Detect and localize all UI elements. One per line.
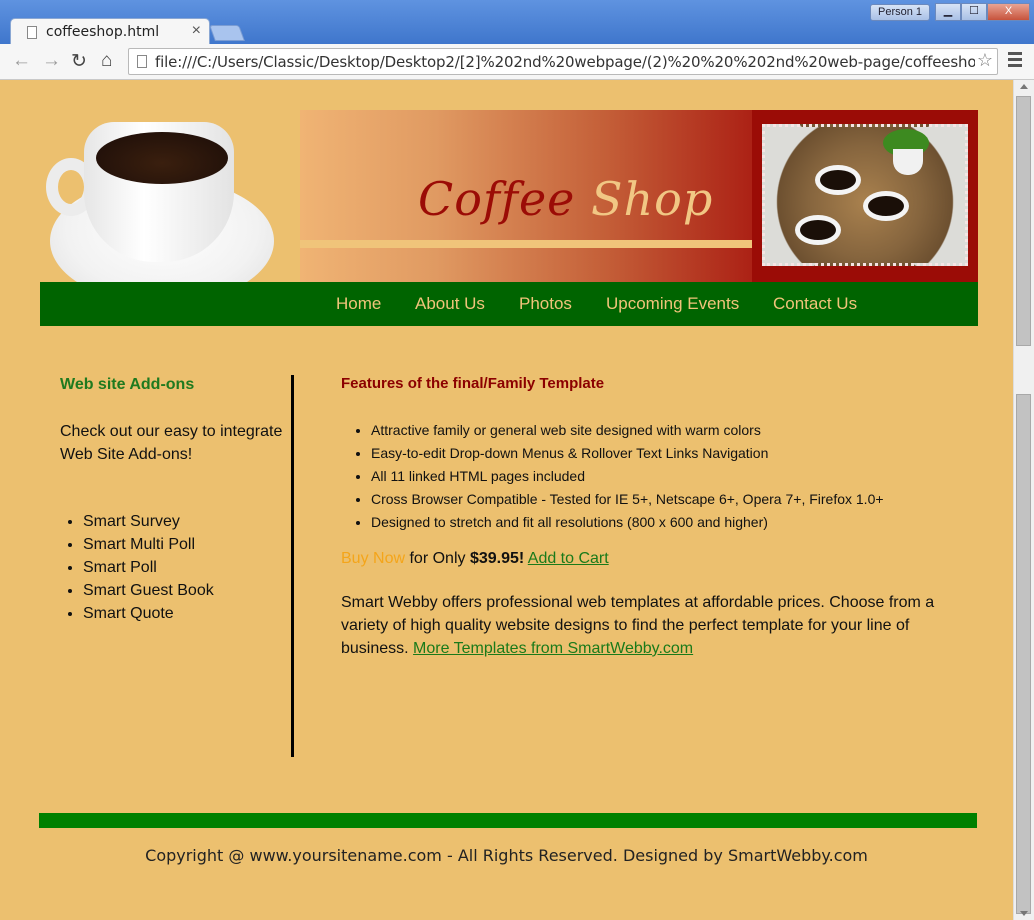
buy-now-label: Buy Now bbox=[341, 550, 406, 567]
cup-coffee bbox=[96, 132, 228, 184]
sidebar-heading: Web site Add-ons bbox=[60, 376, 195, 393]
sidebar-text: Check out our easy to integrate Web Site… bbox=[60, 423, 283, 463]
tab-close-icon[interactable]: × bbox=[192, 22, 201, 40]
profile-button[interactable]: Person 1 bbox=[870, 4, 930, 21]
coffee-cup-image bbox=[44, 118, 276, 308]
main-content: Features of the final/Family Template At… bbox=[341, 375, 961, 660]
banner-stripe bbox=[300, 240, 755, 248]
coffee-cup-small bbox=[815, 165, 861, 195]
logo-word-coffee: Coffee bbox=[418, 172, 576, 226]
page-icon bbox=[137, 55, 147, 68]
title-bar: coffeeshop.html × Person 1 ▁ ☐ X bbox=[0, 0, 1034, 45]
forward-arrow-icon[interactable]: → bbox=[42, 50, 61, 72]
for-only-text: for Only bbox=[405, 550, 470, 567]
reload-icon[interactable]: ↻ bbox=[71, 50, 87, 73]
maximize-button[interactable]: ☐ bbox=[961, 3, 987, 21]
nav-about-us[interactable]: About Us bbox=[415, 294, 485, 314]
list-item: Smart Poll bbox=[83, 556, 290, 579]
list-item: Smart Multi Poll bbox=[83, 533, 290, 556]
vertical-divider bbox=[291, 375, 294, 757]
coffee-cup-small bbox=[863, 191, 909, 221]
tab-title: coffeeshop.html bbox=[46, 24, 160, 40]
list-item: Smart Survey bbox=[83, 510, 290, 533]
more-templates-link[interactable]: More Templates from SmartWebby.com bbox=[413, 640, 693, 657]
list-item: Smart Quote bbox=[83, 602, 290, 625]
nav-photos[interactable]: Photos bbox=[519, 294, 572, 314]
content-heading: Features of the final/Family Template bbox=[341, 375, 605, 392]
list-item: Designed to stretch and fit all resoluti… bbox=[371, 511, 961, 534]
main-navigation: Home About Us Photos Upcoming Events Con… bbox=[40, 282, 978, 326]
hamburger-menu-icon[interactable] bbox=[1008, 52, 1022, 70]
site-logo: Coffee Shop bbox=[418, 172, 713, 226]
url-text[interactable]: file:///C:/Users/Classic/Desktop/Desktop… bbox=[155, 53, 975, 71]
footer-bar bbox=[39, 813, 977, 828]
nav-upcoming-events[interactable]: Upcoming Events bbox=[606, 294, 739, 314]
sidebar: Web site Add-ons Check out our easy to i… bbox=[60, 376, 290, 625]
browser-tab[interactable]: coffeeshop.html × bbox=[10, 18, 210, 45]
coffee-cup-small bbox=[795, 215, 841, 245]
logo-word-shop: Shop bbox=[591, 172, 714, 226]
list-item: Smart Guest Book bbox=[83, 579, 290, 602]
list-item: All 11 linked HTML pages included bbox=[371, 465, 961, 488]
list-item: Easy-to-edit Drop-down Menus & Rollover … bbox=[371, 442, 961, 465]
document-icon bbox=[27, 26, 37, 39]
home-icon[interactable]: ⌂ bbox=[101, 50, 112, 72]
list-item: Cross Browser Compatible - Tested for IE… bbox=[371, 488, 961, 511]
browser-toolbar: ← → ↻ ⌂ file:///C:/Users/Classic/Desktop… bbox=[0, 44, 1034, 80]
web-page: Coffee Shop Home About Us Photos Upcomin… bbox=[0, 80, 1013, 920]
addons-list: Smart Survey Smart Multi Poll Smart Poll… bbox=[83, 510, 290, 625]
description: Smart Webby offers professional web temp… bbox=[341, 591, 951, 660]
scroll-track[interactable] bbox=[1016, 394, 1031, 914]
browser-window-chrome: coffeeshop.html × Person 1 ▁ ☐ X ← → ↻ ⌂… bbox=[0, 0, 1034, 80]
address-bar[interactable]: file:///C:/Users/Classic/Desktop/Desktop… bbox=[128, 48, 998, 75]
coffee-cups-photo bbox=[762, 124, 968, 266]
nav-home[interactable]: Home bbox=[336, 294, 381, 314]
price: $39.95! bbox=[469, 550, 525, 567]
scroll-thumb[interactable] bbox=[1016, 96, 1031, 346]
minimize-button[interactable]: ▁ bbox=[935, 3, 961, 21]
features-list: Attractive family or general web site de… bbox=[371, 419, 961, 534]
back-arrow-icon[interactable]: ← bbox=[12, 50, 31, 72]
add-to-cart-link[interactable]: Add to Cart bbox=[528, 550, 609, 567]
close-window-button[interactable]: X bbox=[987, 3, 1030, 21]
bookmark-star-icon[interactable]: ☆ bbox=[977, 50, 993, 71]
copyright-text: Copyright @ www.yoursitename.com - All R… bbox=[145, 846, 868, 865]
vertical-scrollbar[interactable] bbox=[1013, 80, 1034, 920]
plant-pot bbox=[893, 149, 923, 175]
scroll-down-arrow-icon[interactable] bbox=[1020, 911, 1028, 916]
scroll-up-arrow-icon[interactable] bbox=[1020, 84, 1028, 89]
nav-contact-us[interactable]: Contact Us bbox=[773, 294, 857, 314]
buy-line: Buy Now for Only $39.95! Add to Cart bbox=[341, 550, 961, 568]
new-tab-button[interactable] bbox=[209, 25, 245, 41]
list-item: Attractive family or general web site de… bbox=[371, 419, 961, 442]
banner-photo-frame bbox=[752, 110, 978, 282]
